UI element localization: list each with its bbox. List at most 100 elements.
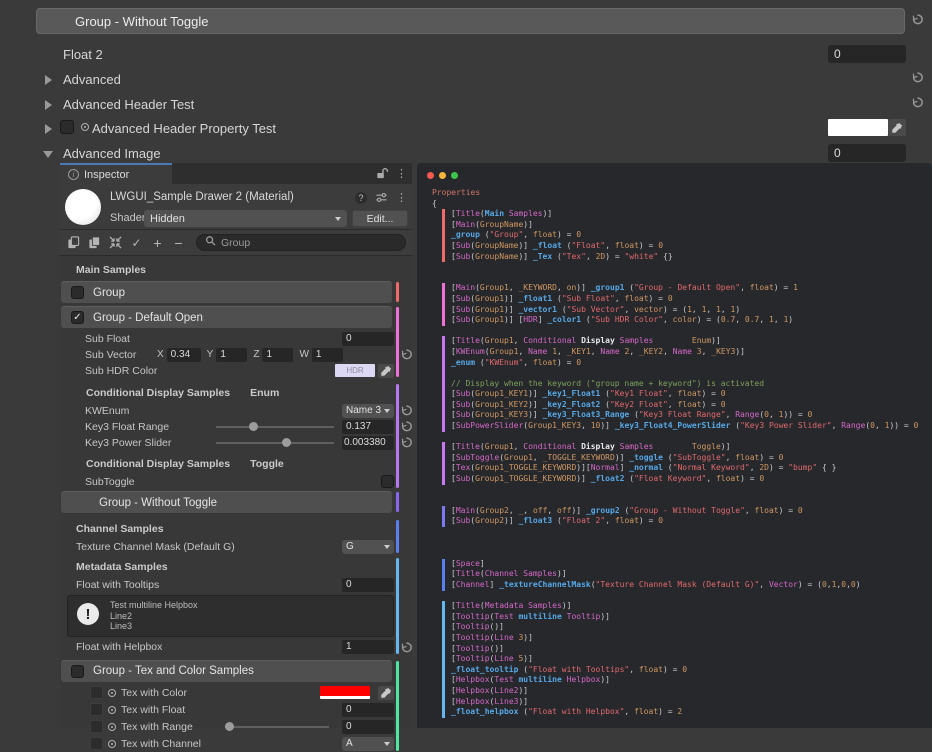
material-properties: Main Samples Group Group - Default Open …	[60, 256, 412, 752]
window-controls	[427, 172, 932, 179]
sub-float-input[interactable]: 0	[342, 332, 394, 346]
material-preview-sphere[interactable]	[65, 189, 101, 225]
group-color-bar	[396, 282, 399, 302]
foldout-arrow-icon[interactable]	[45, 100, 52, 110]
texture-slot[interactable]	[90, 703, 103, 716]
kwenum-label: KWEnum	[85, 405, 342, 417]
undo-icon[interactable]	[399, 404, 413, 418]
advanced-material-section: Group - Without Toggle Float 2 0 Advance…	[0, 0, 932, 163]
undo-icon[interactable]	[909, 96, 925, 112]
advanced-image-label: Advanced Image	[63, 146, 161, 161]
advanced-header-property-test-row[interactable]: Advanced Header Property Test	[0, 119, 932, 139]
foldout-open-arrow-icon[interactable]	[43, 151, 53, 158]
kwenum-dropdown[interactable]: Name 3	[342, 404, 394, 418]
tex-with-range-slider[interactable]	[225, 720, 329, 734]
minimize-window-icon[interactable]	[439, 172, 446, 179]
collapse-groups-icon[interactable]	[171, 235, 186, 250]
override-indicator-icon	[108, 689, 116, 697]
sub-float-label: Sub Float	[85, 333, 342, 345]
paste-icon[interactable]	[87, 235, 102, 250]
hdr-color-swatch[interactable]: HDR	[335, 364, 375, 377]
tex-with-float-input[interactable]: 0	[342, 703, 394, 717]
float-with-helpbox-input[interactable]: 1	[342, 640, 394, 654]
advanced-image-input[interactable]: 0	[828, 144, 906, 162]
material-menu-icon[interactable]	[396, 191, 407, 204]
tex-with-channel-row: Tex with Channel A	[60, 736, 412, 752]
key3-power-slider[interactable]	[216, 436, 334, 450]
close-window-icon[interactable]	[427, 172, 434, 179]
eyedropper-icon[interactable]	[378, 686, 394, 700]
foldout-arrow-icon[interactable]	[45, 124, 52, 134]
texture-slot[interactable]	[90, 686, 103, 699]
conditional-display-section: Conditional Display SamplesEnum KWEnum N…	[60, 383, 412, 489]
tex-color-samples-checkbox[interactable]	[71, 665, 84, 678]
search-input[interactable]: Group	[196, 234, 406, 251]
undo-icon[interactable]	[399, 420, 413, 434]
tab-inspector-label: Inspector	[84, 169, 129, 181]
float-with-tooltips-input[interactable]: 0	[342, 578, 394, 592]
key3-float-range-slider[interactable]	[216, 420, 334, 434]
undo-icon[interactable]	[909, 13, 925, 29]
metadata-samples-section: Metadata Samples Float with Tooltips 0 T…	[60, 557, 412, 655]
group-without-toggle-header-bar[interactable]: Group - Without Toggle	[36, 8, 905, 34]
shader-dropdown[interactable]: Hidden	[144, 210, 347, 227]
checkmark-icon[interactable]	[129, 235, 144, 250]
advanced-header-test-row[interactable]: Advanced Header Test	[0, 95, 932, 115]
vector-x-input[interactable]: 0.34	[167, 348, 201, 362]
group-checkbox[interactable]	[71, 286, 84, 299]
copy-icon[interactable]	[66, 235, 81, 250]
tex-with-channel-dropdown[interactable]: A	[342, 737, 394, 751]
subtoggle-checkbox[interactable]	[381, 475, 394, 488]
texture-slot[interactable]	[90, 720, 103, 733]
group-default-open-header[interactable]: Group - Default Open	[61, 306, 392, 328]
help-icon[interactable]	[355, 192, 367, 204]
key3-float-range-input[interactable]: 0.137	[342, 420, 394, 434]
group-default-open-section: Group - Default Open Sub Float 0 Sub Vec…	[60, 306, 412, 378]
chevron-down-icon	[384, 409, 390, 413]
edit-shader-button[interactable]: Edit...	[352, 210, 408, 227]
vector-y-input[interactable]: 1	[216, 348, 247, 362]
texture-channel-mask-dropdown[interactable]: G	[342, 540, 394, 554]
helpbox: Test multiline Helpbox Line2 Line3	[67, 595, 394, 637]
undo-icon[interactable]	[399, 641, 413, 655]
code-listing: Properties{[Title(Main Samples)][Main(Gr…	[427, 188, 932, 718]
maximize-window-icon[interactable]	[451, 172, 458, 179]
group-header[interactable]: Group	[61, 281, 392, 303]
group-default-open-checkbox[interactable]	[71, 311, 84, 324]
float2-input[interactable]: 0	[828, 45, 906, 63]
subtoggle-label: SubToggle	[85, 476, 381, 488]
eyedropper-icon[interactable]	[378, 364, 394, 378]
property-test-checkbox[interactable]	[60, 120, 74, 134]
vector-z-input[interactable]: 1	[262, 348, 293, 362]
float-with-tooltips-label: Float with Tooltips	[76, 579, 342, 591]
tex-with-range-input[interactable]: 0	[342, 720, 394, 734]
tex-with-color-label: Tex with Color	[121, 687, 315, 699]
conditional-toggle-title: Conditional Display SamplesToggle	[60, 454, 412, 473]
group-without-toggle-header[interactable]: Group - Without Toggle	[61, 491, 392, 513]
tab-menu-icon[interactable]	[396, 167, 407, 180]
tab-inspector[interactable]: Inspector	[60, 163, 172, 184]
eyedropper-icon[interactable]	[888, 119, 906, 136]
undo-icon[interactable]	[909, 71, 925, 87]
tex-color-samples-header[interactable]: Group - Tex and Color Samples	[61, 660, 392, 682]
helpbox-line: Line3	[110, 621, 387, 632]
texture-slot[interactable]	[90, 737, 103, 750]
float-with-helpbox-label: Float with Helpbox	[76, 641, 342, 653]
key3-power-slider-input[interactable]: 0.003380	[342, 436, 394, 450]
vector-w-input[interactable]: 1	[312, 348, 343, 362]
advanced-label: Advanced	[63, 72, 121, 87]
advanced-image-row[interactable]: Advanced Image 0	[0, 144, 932, 164]
foldout-arrow-icon[interactable]	[45, 75, 52, 85]
tex-color-swatch[interactable]	[320, 686, 370, 699]
preset-icon[interactable]	[374, 190, 389, 205]
undo-icon[interactable]	[399, 348, 413, 362]
color-swatch[interactable]	[828, 119, 888, 136]
shader-dropdown-value: Hidden	[150, 213, 185, 225]
undo-icon[interactable]	[399, 436, 413, 450]
unlock-icon[interactable]	[374, 166, 389, 181]
texture-channel-mask-label: Texture Channel Mask (Default G)	[76, 541, 342, 553]
group-without-toggle-section: Group - Without Toggle	[60, 491, 412, 513]
expand-all-icon[interactable]	[150, 235, 165, 250]
advanced-foldout-row[interactable]: Advanced	[0, 70, 932, 90]
collapse-all-icon[interactable]	[108, 235, 123, 250]
